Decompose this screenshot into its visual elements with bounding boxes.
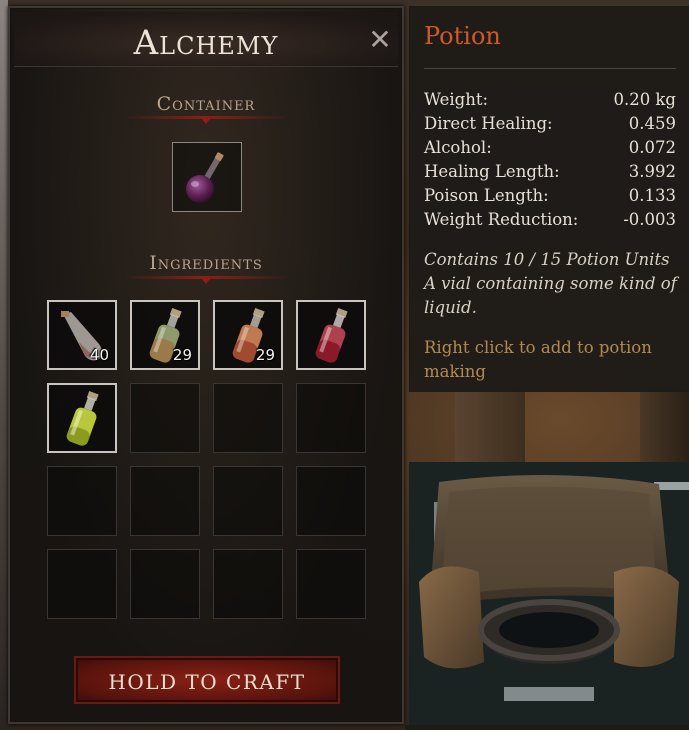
wooden-beam (640, 390, 689, 465)
stat-label: Direct Healing: (424, 114, 553, 133)
stat-row: Poison Length: 0.133 (424, 186, 676, 210)
ingredient-slot-empty[interactable] (130, 549, 200, 619)
craft-button-label: HOLD TO CRAFT (108, 670, 306, 694)
container-divider-notch (201, 118, 211, 124)
stat-value: 0.133 (628, 186, 676, 205)
ingredient-slot-empty[interactable] (130, 466, 200, 536)
tooltip-description: A vial containing some kind of liquid. (424, 274, 677, 317)
close-icon[interactable]: ✕ (366, 26, 394, 54)
tooltip-hint: Right click to add to potion making (424, 338, 652, 381)
ingredient-slot-empty[interactable] (47, 466, 117, 536)
stat-label: Weight Reduction: (424, 210, 579, 229)
ingredients-heading: Ingredients (149, 252, 263, 274)
stat-row: Weight: 0.20 kg (424, 90, 676, 114)
stat-value: 0.20 kg (613, 90, 676, 109)
stat-label: Poison Length: (424, 186, 549, 205)
ingredient-slot-empty[interactable] (47, 549, 117, 619)
stat-value: -0.003 (623, 210, 676, 229)
round-flask-purple-icon (186, 152, 224, 203)
stat-row: Alcohol: 0.072 (424, 138, 676, 162)
ingredient-slot[interactable] (296, 300, 366, 370)
ingredient-slot-empty[interactable] (130, 383, 200, 453)
ingredient-slot-empty[interactable] (213, 466, 283, 536)
panel-header: Alchemy ✕ (14, 12, 398, 67)
ingredient-slot[interactable]: 29 (130, 300, 200, 370)
container-slot[interactable] (172, 142, 242, 212)
wooden-beam (455, 390, 525, 465)
stat-label: Alcohol: (424, 138, 492, 157)
alchemy-panel: Alchemy ✕ Container Ingredients 40 29 29… (8, 6, 404, 724)
ingredient-slot-empty[interactable] (296, 383, 366, 453)
stat-row: Weight Reduction: -0.003 (424, 210, 676, 234)
hold-to-craft-button[interactable]: HOLD TO CRAFT (74, 656, 340, 704)
ingredient-slot-empty[interactable] (213, 549, 283, 619)
ingredient-slot-empty[interactable] (296, 466, 366, 536)
stat-row: Healing Length: 3.992 (424, 162, 676, 186)
ingredient-slot-empty[interactable] (213, 383, 283, 453)
tooltip-divider (424, 68, 676, 69)
armchair-image (409, 462, 689, 725)
ingredient-slot[interactable] (47, 383, 117, 453)
ingredient-slot-empty[interactable] (296, 549, 366, 619)
stat-value: 0.459 (628, 114, 676, 133)
stat-value: 3.992 (628, 162, 676, 181)
item-preview-image (409, 462, 689, 725)
tooltip-units: Contains 10 / 15 Potion Units (424, 250, 670, 269)
bottle-red-icon (315, 308, 348, 363)
world-edge (0, 0, 8, 730)
bottle-yellow-icon (66, 391, 99, 446)
stat-row: Direct Healing: 0.459 (424, 114, 676, 138)
stat-label: Weight: (424, 90, 489, 109)
item-count: 29 (255, 346, 275, 364)
item-count: 29 (172, 346, 192, 364)
world-floor (405, 725, 689, 730)
container-heading: Container (156, 93, 256, 115)
item-count: 40 (89, 346, 109, 364)
stat-value: 0.072 (628, 138, 676, 157)
ingredient-slot[interactable]: 40 (47, 300, 117, 370)
item-tooltip: Potion Weight: 0.20 kg Direct Healing: 0… (409, 6, 689, 392)
ingredients-divider-notch (201, 278, 211, 284)
ingredient-slot[interactable]: 29 (213, 300, 283, 370)
panel-title: Alchemy (133, 23, 279, 63)
stat-label: Healing Length: (424, 162, 560, 181)
tooltip-title: Potion (424, 22, 501, 50)
